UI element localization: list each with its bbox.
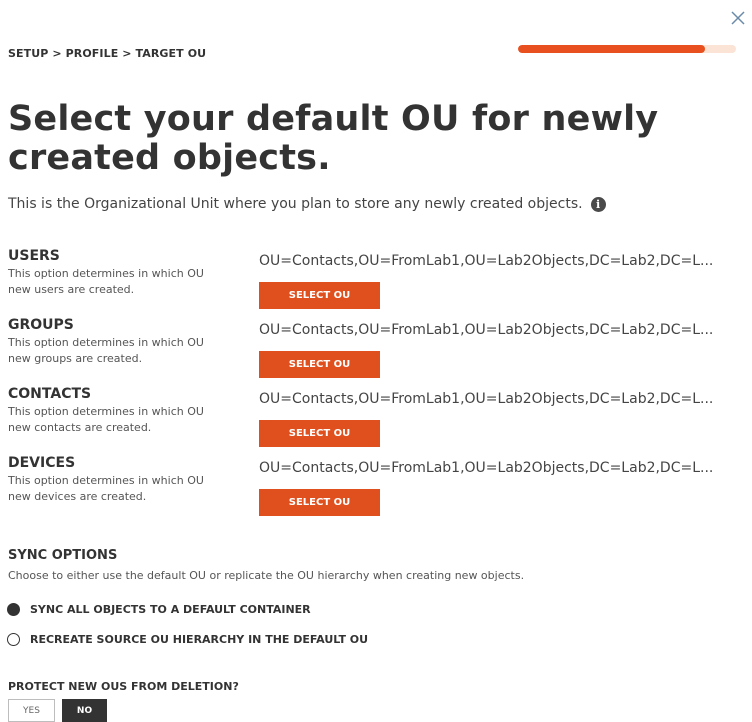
- ou-path-value: OU=Contacts,OU=FromLab1,OU=Lab2Objects,D…: [259, 460, 714, 476]
- page-title: Select your default OU for newly created…: [8, 99, 659, 178]
- select-ou-button-contacts[interactable]: SELECT OU: [259, 420, 380, 447]
- close-button[interactable]: [728, 8, 748, 28]
- protect-ous-title: PROTECT NEW OUS FROM DELETION?: [8, 680, 239, 693]
- ou-section-description: This option determines in which OU new d…: [8, 474, 204, 503]
- ou-section-users: USERS This option determines in which OU…: [8, 248, 748, 312]
- close-icon: [731, 11, 745, 25]
- radio-button[interactable]: [7, 633, 20, 646]
- radio-option-sync-default-container[interactable]: SYNC ALL OBJECTS TO A DEFAULT CONTAINER: [7, 603, 311, 616]
- info-icon[interactable]: i: [590, 196, 606, 212]
- breadcrumb: SETUP > PROFILE > TARGET OU: [8, 47, 207, 60]
- ou-section-title: DEVICES: [8, 455, 76, 471]
- progress-fill: [518, 45, 706, 53]
- ou-section-description: This option determines in which OU new g…: [8, 336, 204, 365]
- radio-label: SYNC ALL OBJECTS TO A DEFAULT CONTAINER: [30, 603, 311, 616]
- ou-path-value: OU=Contacts,OU=FromLab1,OU=Lab2Objects,D…: [259, 322, 714, 338]
- sync-options-title: SYNC OPTIONS: [8, 548, 118, 563]
- ou-path-value: OU=Contacts,OU=FromLab1,OU=Lab2Objects,D…: [259, 391, 714, 407]
- subtitle-text: This is the Organizational Unit where yo…: [8, 196, 583, 212]
- ou-section-title: CONTACTS: [8, 386, 92, 402]
- ou-section-description: This option determines in which OU new c…: [8, 405, 204, 434]
- page-subtitle: This is the Organizational Unit where yo…: [8, 196, 606, 212]
- ou-section-groups: GROUPS This option determines in which O…: [8, 317, 748, 381]
- toggle-yes-button[interactable]: YES: [8, 699, 55, 722]
- select-ou-button-devices[interactable]: SELECT OU: [259, 489, 380, 516]
- select-ou-button-users[interactable]: SELECT OU: [259, 282, 380, 309]
- radio-label: RECREATE SOURCE OU HIERARCHY IN THE DEFA…: [30, 633, 369, 646]
- sync-options-description: Choose to either use the default OU or r…: [8, 569, 525, 582]
- ou-section-title: GROUPS: [8, 317, 74, 333]
- ou-path-value: OU=Contacts,OU=FromLab1,OU=Lab2Objects,D…: [259, 253, 714, 269]
- protect-toggle: YES NO: [8, 699, 107, 722]
- select-ou-button-groups[interactable]: SELECT OU: [259, 351, 380, 378]
- toggle-no-button[interactable]: NO: [62, 699, 107, 722]
- ou-section-title: USERS: [8, 248, 60, 264]
- ou-section-description: This option determines in which OU new u…: [8, 267, 204, 296]
- radio-button[interactable]: [7, 603, 20, 616]
- progress-bar: [518, 45, 736, 53]
- ou-section-devices: DEVICES This option determines in which …: [8, 455, 748, 519]
- radio-option-recreate-hierarchy[interactable]: RECREATE SOURCE OU HIERARCHY IN THE DEFA…: [7, 633, 368, 646]
- ou-section-contacts: CONTACTS This option determines in which…: [8, 386, 748, 450]
